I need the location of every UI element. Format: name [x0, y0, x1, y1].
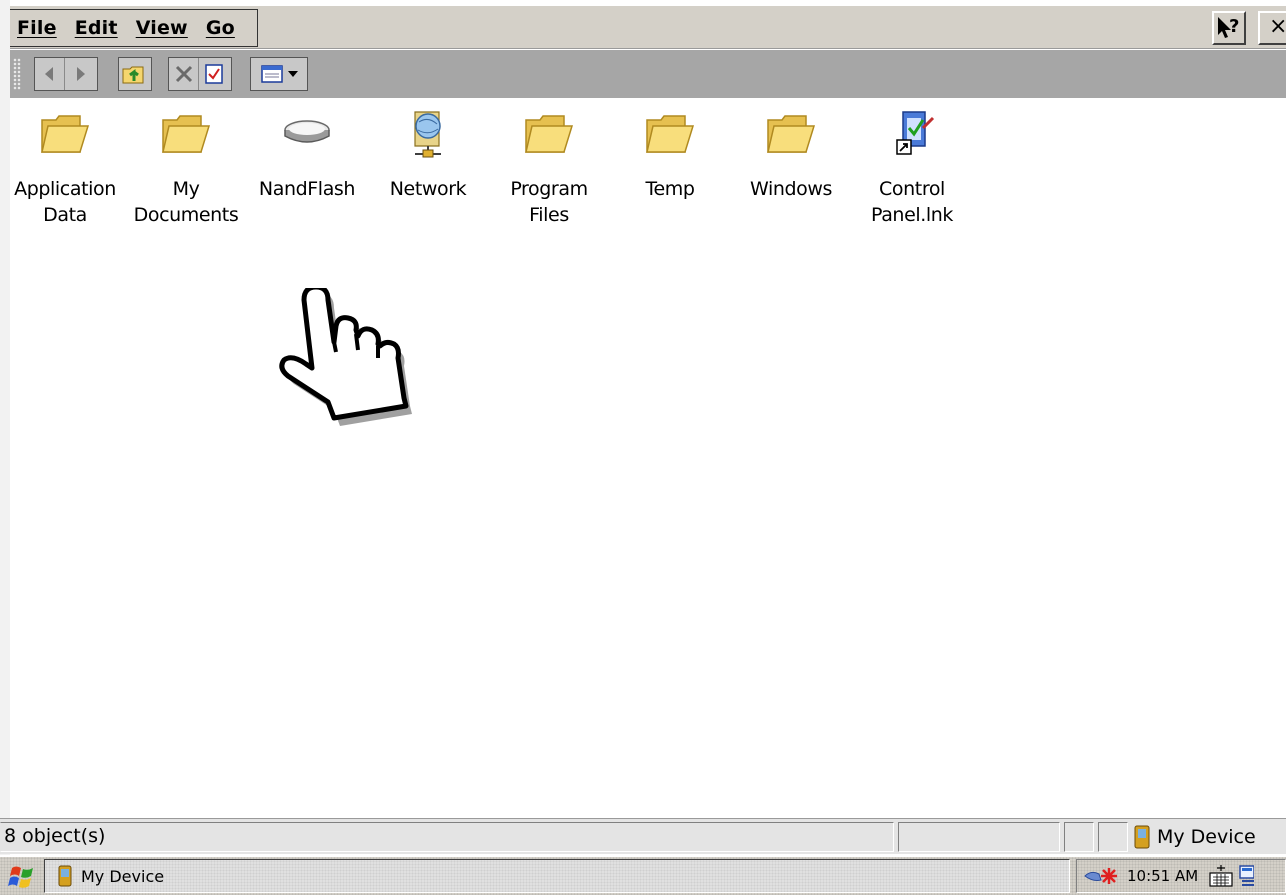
- file-list: Application Data My Documents NandFlash …: [10, 98, 1286, 818]
- nav-button-group: [34, 57, 98, 91]
- menu-bar: File Edit View Go ? ×: [10, 6, 1286, 49]
- properties-icon: [205, 64, 223, 84]
- windows-flag-icon: [8, 866, 33, 888]
- folder-icon: [41, 115, 90, 153]
- file-label: Temp: [645, 178, 695, 200]
- file-item-nandflash[interactable]: NandFlash: [246, 106, 368, 202]
- file-label: NandFlash: [258, 178, 356, 200]
- properties-button[interactable]: [199, 58, 229, 90]
- up-folder-button[interactable]: [119, 58, 149, 90]
- menu-view[interactable]: View: [129, 17, 195, 39]
- taskbar: My Device 10:51 AM: [0, 855, 1286, 895]
- toolbar-grip[interactable]: [13, 58, 21, 90]
- drive-icon: [284, 120, 330, 143]
- file-label: My Documents: [133, 178, 239, 226]
- menu-file[interactable]: File: [10, 17, 64, 39]
- file-item-network[interactable]: Network: [367, 106, 489, 202]
- file-item-my-documents[interactable]: My Documents: [125, 106, 247, 228]
- file-item-program-files[interactable]: Program Files: [488, 106, 610, 228]
- back-button[interactable]: [35, 58, 65, 90]
- menu-go[interactable]: Go: [199, 17, 242, 39]
- folder-icon: [162, 115, 211, 153]
- status-pane-3: [1064, 822, 1094, 852]
- file-item-temp[interactable]: Temp: [609, 106, 731, 202]
- desktop-icon[interactable]: [1238, 863, 1255, 889]
- back-arrow-icon: [44, 67, 53, 81]
- status-bar: 8 object(s) My Device: [0, 818, 1286, 854]
- input-panel-keyboard-icon[interactable]: [1208, 863, 1234, 889]
- help-pointer-icon: ?: [1218, 16, 1239, 38]
- file-label: Application Data: [14, 178, 116, 226]
- file-label: Program Files: [510, 178, 588, 226]
- menu-edit[interactable]: Edit: [68, 17, 125, 39]
- toolbar: [10, 50, 1286, 98]
- taskbar-task-label: My Device: [81, 866, 165, 886]
- file-label: Control Panel.lnk: [870, 178, 954, 226]
- start-button[interactable]: [8, 863, 38, 891]
- menu-group: File Edit View Go: [10, 9, 258, 47]
- view-menu-icon: [261, 65, 283, 83]
- system-tray: 10:51 AM: [1076, 859, 1286, 893]
- folder-icon: [646, 115, 695, 153]
- folder-icon: [767, 115, 816, 153]
- file-item-windows[interactable]: Windows: [730, 106, 852, 202]
- file-item-application-data[interactable]: Application Data: [4, 106, 126, 228]
- control-panel-shortcut-icon: [896, 111, 935, 155]
- status-pane-4: [1098, 822, 1128, 852]
- forward-button[interactable]: [65, 58, 95, 90]
- status-pane-2: [898, 822, 1060, 852]
- svg-text:?: ?: [1229, 16, 1239, 37]
- status-location-label: My Device: [1157, 826, 1256, 848]
- up-button-group: [118, 57, 152, 91]
- device-icon: [58, 865, 72, 887]
- chevron-down-icon: [288, 71, 298, 77]
- up-folder-icon: [122, 66, 144, 84]
- folder-icon: [525, 115, 574, 153]
- forward-arrow-icon: [77, 67, 85, 81]
- connection-icon[interactable]: [1083, 866, 1119, 886]
- delete-icon: [175, 65, 192, 83]
- status-pane-main: [0, 822, 894, 852]
- help-button[interactable]: ?: [1212, 11, 1246, 45]
- pointing-hand-cursor-icon: [279, 288, 412, 426]
- edit-button-group: [168, 57, 232, 91]
- view-menu-button[interactable]: [251, 58, 307, 90]
- file-label: Windows: [749, 178, 832, 200]
- delete-button[interactable]: [169, 58, 199, 90]
- taskbar-task-my-device[interactable]: My Device: [44, 859, 1070, 893]
- device-icon: [1134, 825, 1150, 849]
- status-location: My Device: [1133, 822, 1286, 852]
- network-icon: [414, 111, 441, 158]
- view-button-group: [250, 57, 308, 91]
- close-button[interactable]: ×: [1258, 11, 1286, 45]
- clock[interactable]: 10:51 AM: [1127, 867, 1198, 885]
- file-label: Network: [389, 178, 467, 200]
- file-item-control-panel[interactable]: Control Panel.lnk: [851, 106, 973, 228]
